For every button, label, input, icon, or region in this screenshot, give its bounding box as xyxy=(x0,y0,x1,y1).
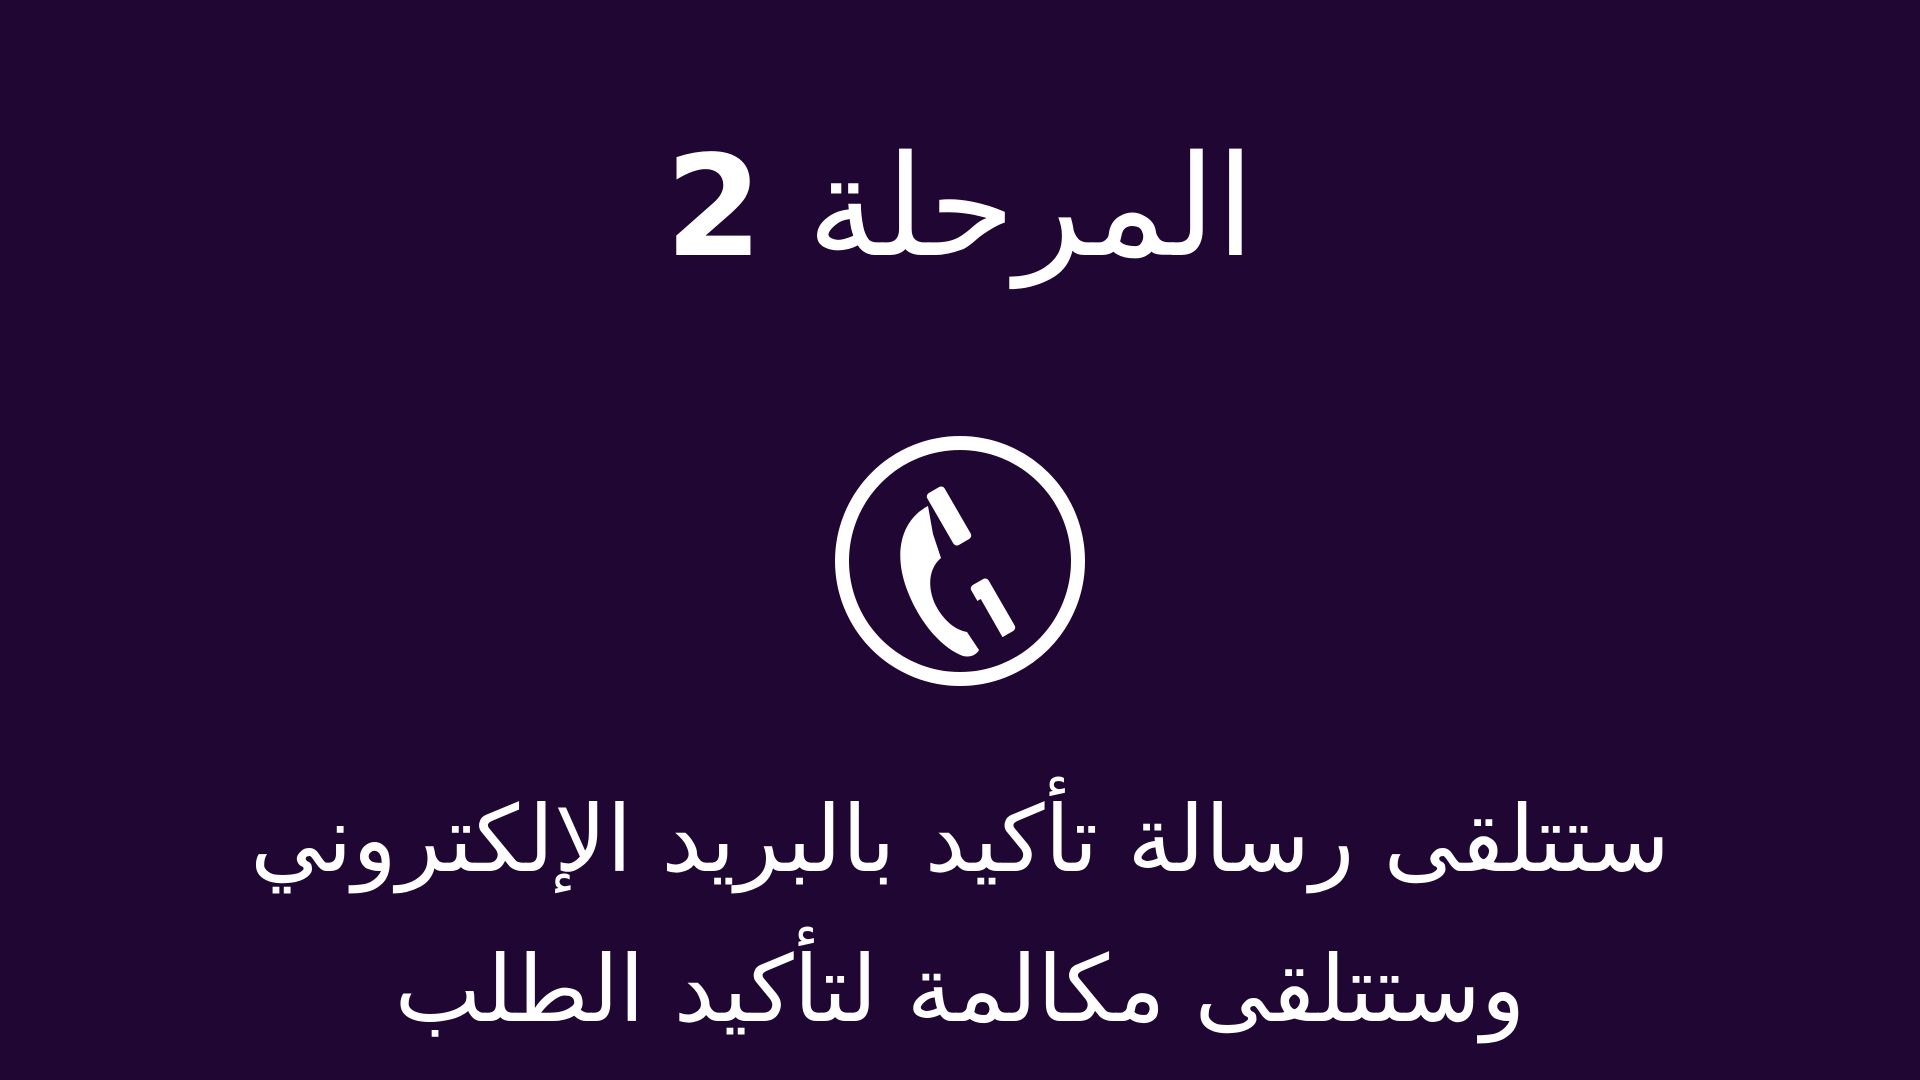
message-line-1: ستتلقى رسالة تأكيد بالبريد الإلكتروني xyxy=(250,786,1670,893)
step-heading: المرحلة 2 xyxy=(0,128,1920,288)
slide-screen: المرحلة 2 ستتلقى رسالة تأكيد بالبريد الإ… xyxy=(0,0,1920,1080)
phone-handset-circle-icon xyxy=(833,434,1087,688)
message-line-2: وستتلقى مكالمة لتأكيد الطلب xyxy=(394,936,1526,1043)
confirmation-message: ستتلقى رسالة تأكيد بالبريد الإلكتروني وس… xyxy=(0,765,1920,1065)
phone-icon-svg xyxy=(835,436,1085,686)
step-heading-label: المرحلة xyxy=(807,126,1255,289)
step-heading-number: 2 xyxy=(665,126,763,289)
